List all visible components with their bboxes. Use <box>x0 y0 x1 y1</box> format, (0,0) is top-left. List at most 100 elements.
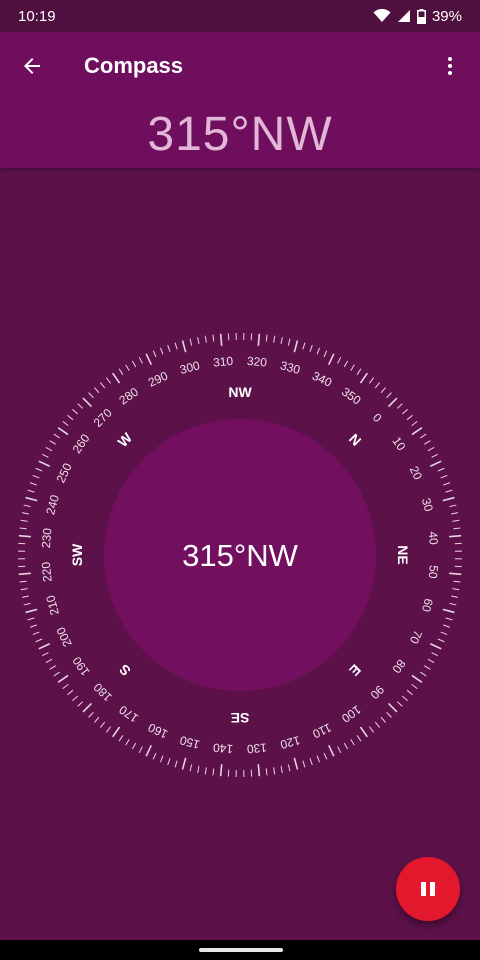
compass-tick <box>302 342 306 350</box>
compass-degree-label: 50 <box>426 565 441 580</box>
compass-tick <box>431 453 439 458</box>
heading-display: 315°NW <box>0 100 480 168</box>
compass-tick <box>21 512 30 515</box>
compass-tick <box>450 512 459 515</box>
compass-degree-label: 290 <box>146 368 170 389</box>
compass-tick <box>449 572 462 576</box>
compass-tick <box>386 392 392 399</box>
compass-tick <box>38 460 51 467</box>
compass-tick <box>204 335 207 343</box>
compass-tick <box>350 364 355 371</box>
compass-tick <box>287 338 291 346</box>
compass-degree-label: 140 <box>212 740 233 756</box>
compass-tick <box>23 504 31 508</box>
compass-tick <box>359 372 368 384</box>
compass-tick <box>449 504 457 508</box>
compass-degree-label: 80 <box>389 657 408 676</box>
compass-tick <box>443 624 451 628</box>
compass-tick <box>18 572 31 576</box>
compass-tick <box>19 527 27 530</box>
compass-tick <box>453 527 461 530</box>
compass-tick <box>420 433 427 439</box>
compass-tick <box>437 638 445 643</box>
compass-tick <box>309 344 313 352</box>
compass-direction-label: NE <box>395 545 411 564</box>
compass-tick <box>401 695 408 702</box>
compass-tick <box>449 602 457 606</box>
compass-tick <box>424 440 431 445</box>
compass-direction-label: SE <box>231 710 250 726</box>
page-title: Compass <box>84 53 184 78</box>
home-handle[interactable] <box>199 948 283 952</box>
compass-degree-label: 130 <box>246 740 267 756</box>
compass-tick <box>67 414 74 421</box>
compass-tick <box>62 683 69 689</box>
compass-direction-label: NW <box>228 384 252 400</box>
compass-tick <box>45 658 53 664</box>
cell-signal-icon <box>397 10 410 22</box>
compass-degree-label: 340 <box>310 369 334 390</box>
compass-degree-label: 120 <box>278 733 301 752</box>
compass-degree-label: 150 <box>178 733 201 752</box>
compass-degree-label: 200 <box>53 625 74 649</box>
compass-degree-label: 160 <box>146 720 170 741</box>
compass-dial: 0 10 20 30 40 50 60 70 80 90 100 110 120 130 140 150 160… <box>0 300 480 800</box>
compass-tick <box>32 631 40 636</box>
compass-tick <box>174 760 178 768</box>
compass-tick <box>337 356 342 364</box>
compass-tick <box>41 453 49 458</box>
compass-tick <box>72 695 79 702</box>
status-time: 10:19 <box>18 7 56 25</box>
compass-tick <box>442 496 455 502</box>
compass-degree-label: 300 <box>178 358 201 377</box>
compass-tick <box>93 387 100 394</box>
back-button[interactable] <box>0 32 64 100</box>
compass-tick <box>429 643 442 650</box>
compass-tick <box>189 338 193 346</box>
compass-degree-label: 70 <box>407 628 425 646</box>
compass-tick <box>316 347 321 355</box>
compass-tick <box>429 460 442 467</box>
compass-tick <box>449 534 462 538</box>
compass-tick <box>443 482 451 486</box>
compass-degree-label: 310 <box>213 354 234 370</box>
compass-tick <box>287 764 291 772</box>
compass-degree-label: 320 <box>246 354 267 370</box>
compass-tick <box>77 403 84 409</box>
overflow-menu-button[interactable] <box>430 46 470 86</box>
compass-tick <box>152 752 157 760</box>
compass-tick <box>440 631 448 636</box>
compass-tick <box>265 768 268 776</box>
compass-tick <box>29 482 37 486</box>
compass-tick <box>411 421 418 427</box>
wifi-icon <box>373 9 391 22</box>
compass-tick <box>35 638 43 643</box>
compass-tick <box>27 617 35 621</box>
compass-tick <box>118 368 124 375</box>
compass-tick <box>138 356 143 364</box>
compass-direction-label: S <box>116 661 134 679</box>
arrow-back-icon <box>24 58 40 74</box>
compass-tick <box>53 671 60 677</box>
compass-degree-label: 210 <box>43 593 62 616</box>
compass-tick <box>374 721 381 728</box>
compass-tick <box>212 768 215 776</box>
pause-button[interactable] <box>396 857 460 921</box>
compass-tick <box>380 387 387 394</box>
compass-tick <box>323 752 328 760</box>
compass-tick <box>99 721 106 728</box>
compass-degree-label: 100 <box>339 702 364 725</box>
status-icons: 39% <box>373 8 462 25</box>
compass-tick <box>396 701 403 707</box>
compass-tick <box>197 336 200 345</box>
compass-tick <box>20 519 28 522</box>
compass-tick <box>45 446 53 452</box>
compass-degree-label: 110 <box>310 720 334 741</box>
compass-tick <box>424 665 431 670</box>
compass-degree-label: 40 <box>426 531 441 546</box>
compass-tick <box>396 403 403 409</box>
compass-tick <box>293 757 299 770</box>
compass-tick <box>125 364 130 371</box>
compass-tick <box>427 658 435 664</box>
compass-degree-label: 250 <box>54 461 75 485</box>
